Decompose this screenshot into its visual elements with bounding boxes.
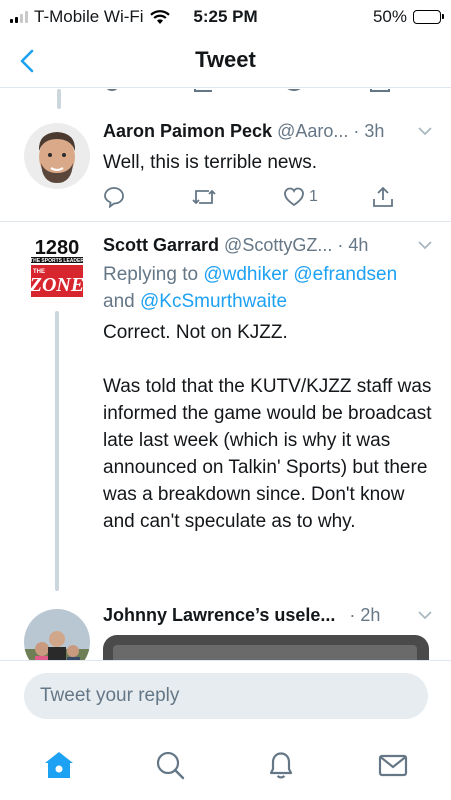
timestamp: · 3h bbox=[353, 121, 385, 141]
timestamp: · 4h bbox=[337, 235, 369, 255]
share-icon bbox=[373, 186, 393, 207]
chevron-down-icon[interactable] bbox=[417, 607, 433, 623]
reply-composer: Tweet your reply bbox=[0, 660, 451, 730]
battery-percent: 50% bbox=[372, 7, 407, 26]
nav-bar: Tweet bbox=[0, 34, 451, 88]
reply-icon bbox=[104, 187, 124, 208]
avatar[interactable]: 1280 THE SPORTS LEADER THE ZONE bbox=[27, 235, 87, 301]
username: @Aaro... bbox=[277, 121, 349, 141]
tweet-header: Johnny Lawrence’s usele... · 2h bbox=[103, 603, 433, 627]
mention-link[interactable]: @efrandsen bbox=[293, 264, 397, 285]
chevron-down-icon[interactable] bbox=[417, 237, 433, 253]
display-name[interactable]: Johnny Lawrence’s usele... bbox=[103, 603, 335, 627]
display-name[interactable]: Aaron Paimon Peck bbox=[103, 119, 272, 143]
replying-to: Replying to @wdhiker @efrandsen and @KcS… bbox=[103, 261, 433, 315]
search-icon[interactable] bbox=[153, 748, 187, 782]
tweet-text: Correct. Not on KJZZ. Was told that the … bbox=[103, 322, 432, 532]
tab-bar bbox=[0, 730, 451, 800]
page-title: Tweet bbox=[195, 47, 256, 72]
timestamp: · 2h bbox=[349, 605, 381, 625]
logo-tagline: THE SPORTS LEADER bbox=[30, 258, 84, 264]
battery-icon bbox=[413, 10, 444, 24]
avatar[interactable] bbox=[24, 123, 90, 189]
like-button[interactable]: 1 bbox=[283, 183, 318, 211]
status-bar: T-Mobile Wi-Fi 5:25 PM 50% bbox=[0, 0, 451, 34]
tweet-header: Aaron Paimon Peck @Aaro... · 3h bbox=[103, 119, 433, 143]
share-button[interactable] bbox=[371, 183, 395, 211]
thread-line bbox=[55, 311, 59, 591]
logo-word: ZONE bbox=[29, 274, 84, 296]
retweet-icon bbox=[192, 189, 216, 205]
mention-link[interactable]: @wdhiker bbox=[203, 264, 288, 285]
like-count: 1 bbox=[309, 188, 318, 205]
username: @ScottyGZ... bbox=[224, 235, 333, 255]
avatar[interactable] bbox=[24, 609, 90, 660]
messages-icon[interactable] bbox=[376, 748, 410, 782]
battery-info: 50% bbox=[372, 7, 444, 27]
chevron-down-icon[interactable] bbox=[417, 123, 433, 139]
notifications-icon[interactable] bbox=[264, 748, 298, 782]
tweet[interactable]: Aaron Paimon Peck @Aaro... · 3h Well, th… bbox=[0, 119, 451, 229]
heart-icon bbox=[284, 187, 304, 207]
thread-line bbox=[57, 89, 61, 109]
replying-to-label: Replying to bbox=[103, 264, 199, 285]
reply-button[interactable] bbox=[103, 183, 125, 211]
tweet-actions: 1 bbox=[103, 183, 403, 211]
tweet[interactable]: 1280 THE SPORTS LEADER THE ZONE Scott Ga… bbox=[0, 233, 451, 660]
previous-tweet-actions bbox=[106, 89, 390, 92]
reply-input[interactable]: Tweet your reply bbox=[24, 673, 428, 719]
tweet-header: Scott Garrard @ScottyGZ... · 4h bbox=[103, 233, 433, 257]
home-icon[interactable] bbox=[42, 748, 76, 782]
media-preview[interactable] bbox=[103, 635, 429, 660]
mention-link[interactable]: @KcSmurthwaite bbox=[140, 291, 287, 312]
tweet-feed[interactable]: Aaron Paimon Peck @Aaro... · 3h Well, th… bbox=[0, 89, 451, 660]
tweet[interactable]: Johnny Lawrence’s usele... · 2h bbox=[0, 605, 451, 660]
retweet-button[interactable] bbox=[191, 183, 217, 211]
tweet-text: Well, this is terrible news. bbox=[103, 152, 317, 173]
display-name[interactable]: Scott Garrard bbox=[103, 233, 219, 257]
logo-number: 1280 bbox=[35, 237, 80, 259]
replying-to-conjunction: and bbox=[103, 291, 135, 312]
divider bbox=[0, 221, 451, 222]
